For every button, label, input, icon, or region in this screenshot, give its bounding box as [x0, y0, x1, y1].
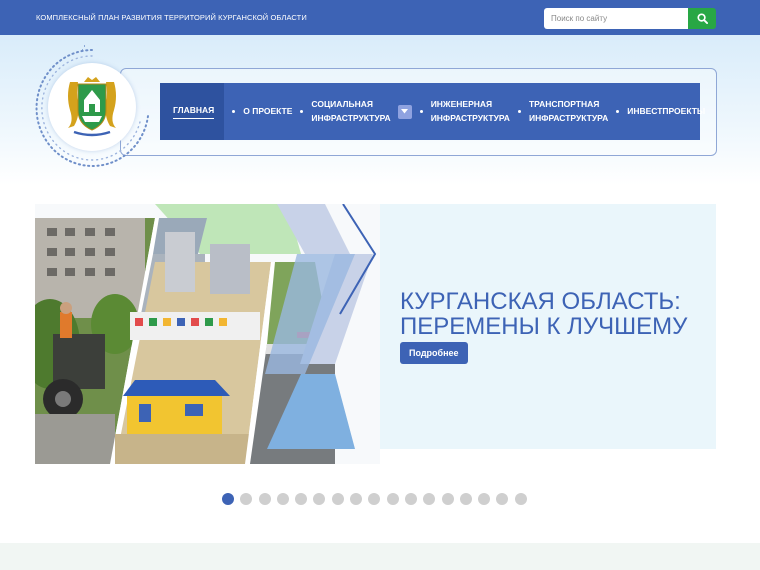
slider-dot[interactable] — [404, 493, 417, 505]
slider-dot[interactable] — [423, 493, 436, 505]
main-navigation: ГЛАВНАЯ О ПРОЕКТЕ СОЦИАЛЬНАЯ ИНФРАСТРУКТ… — [160, 83, 705, 140]
slider-dot[interactable] — [368, 493, 381, 505]
footer-strip — [0, 543, 760, 570]
nav-item-about[interactable]: О ПРОЕКТЕ — [243, 83, 292, 140]
nav-item-label-line2: ИНФРАСТРУКТУРА — [311, 112, 391, 123]
more-button[interactable]: Подробнее — [400, 342, 468, 364]
nav-item-engineering-infrastructure[interactable]: ИНЖЕНЕРНАЯ ИНФРАСТРУКТУРА — [431, 83, 510, 140]
nav-separator — [419, 110, 423, 113]
hero-collage-image — [35, 204, 380, 464]
hero-title: КУРГАНСКАЯ ОБЛАСТЬ: ПЕРЕМЕНЫ К ЛУЧШЕМУ — [400, 289, 710, 339]
nav-item-label-line2: ИНФРАСТРУКТУРА — [430, 112, 510, 123]
logo[interactable] — [32, 44, 152, 172]
nav-separator — [300, 110, 304, 113]
hero-title-line2: ПЕРЕМЕНЫ К ЛУЧШЕМУ — [400, 313, 688, 340]
nav-item-label-line2: ИНФРАСТРУКТУРА — [528, 112, 609, 123]
nav-item-investment-projects[interactable]: ИНВЕСТПРОЕКТЫ — [627, 83, 705, 140]
slider-dot[interactable] — [258, 493, 271, 505]
chevron-down-icon — [401, 109, 409, 114]
slider-dot[interactable] — [240, 493, 253, 505]
nav-separator — [517, 110, 521, 113]
coat-of-arms-icon — [68, 77, 116, 137]
nav-item-home[interactable]: ГЛАВНАЯ — [160, 83, 225, 140]
slider-dot[interactable] — [478, 493, 491, 505]
slider-dot[interactable] — [295, 493, 308, 505]
nav-item-label-line1: ИНЖЕНЕРНАЯ — [430, 99, 493, 110]
nav-item-social-infrastructure[interactable]: СОЦИАЛЬНАЯ ИНФРАСТРУКТУРА — [311, 83, 390, 140]
slider-dot[interactable] — [459, 493, 472, 505]
site-title: КОМПЛЕКСНЫЙ ПЛАН РАЗВИТИЯ ТЕРРИТОРИЙ КУР… — [36, 13, 307, 22]
slider-pagination — [222, 493, 533, 505]
slider-dot[interactable] — [496, 493, 509, 505]
search-icon — [696, 13, 708, 24]
search-input[interactable] — [544, 8, 688, 29]
slider-dot[interactable] — [313, 493, 326, 505]
nav-item-label-line1: ТРАНСПОРТНАЯ — [528, 99, 600, 110]
slider-dot[interactable] — [331, 493, 344, 505]
dropdown-toggle-button[interactable] — [397, 104, 412, 119]
slider-dot[interactable] — [276, 493, 289, 505]
hero-title-line1: КУРГАНСКАЯ ОБЛАСТЬ: — [400, 288, 681, 315]
slider-dot[interactable] — [441, 493, 454, 505]
nav-item-label-line1: СОЦИАЛЬНАЯ — [311, 99, 373, 110]
emblem-circle — [48, 63, 136, 151]
slider-dot[interactable] — [222, 493, 234, 505]
nav-separator — [616, 110, 620, 113]
nav-item-transport-infrastructure[interactable]: ТРАНСПОРТНАЯ ИНФРАСТРУКТУРА — [529, 83, 608, 140]
slider-dot[interactable] — [350, 493, 363, 505]
top-bar: КОМПЛЕКСНЫЙ ПЛАН РАЗВИТИЯ ТЕРРИТОРИЙ КУР… — [0, 0, 760, 35]
search-button[interactable] — [688, 8, 716, 29]
slider-dot[interactable] — [514, 493, 527, 505]
nav-separator — [232, 110, 236, 113]
hero-slide: КУРГАНСКАЯ ОБЛАСТЬ: ПЕРЕМЕНЫ К ЛУЧШЕМУ П… — [35, 204, 716, 464]
slider-dot[interactable] — [386, 493, 399, 505]
